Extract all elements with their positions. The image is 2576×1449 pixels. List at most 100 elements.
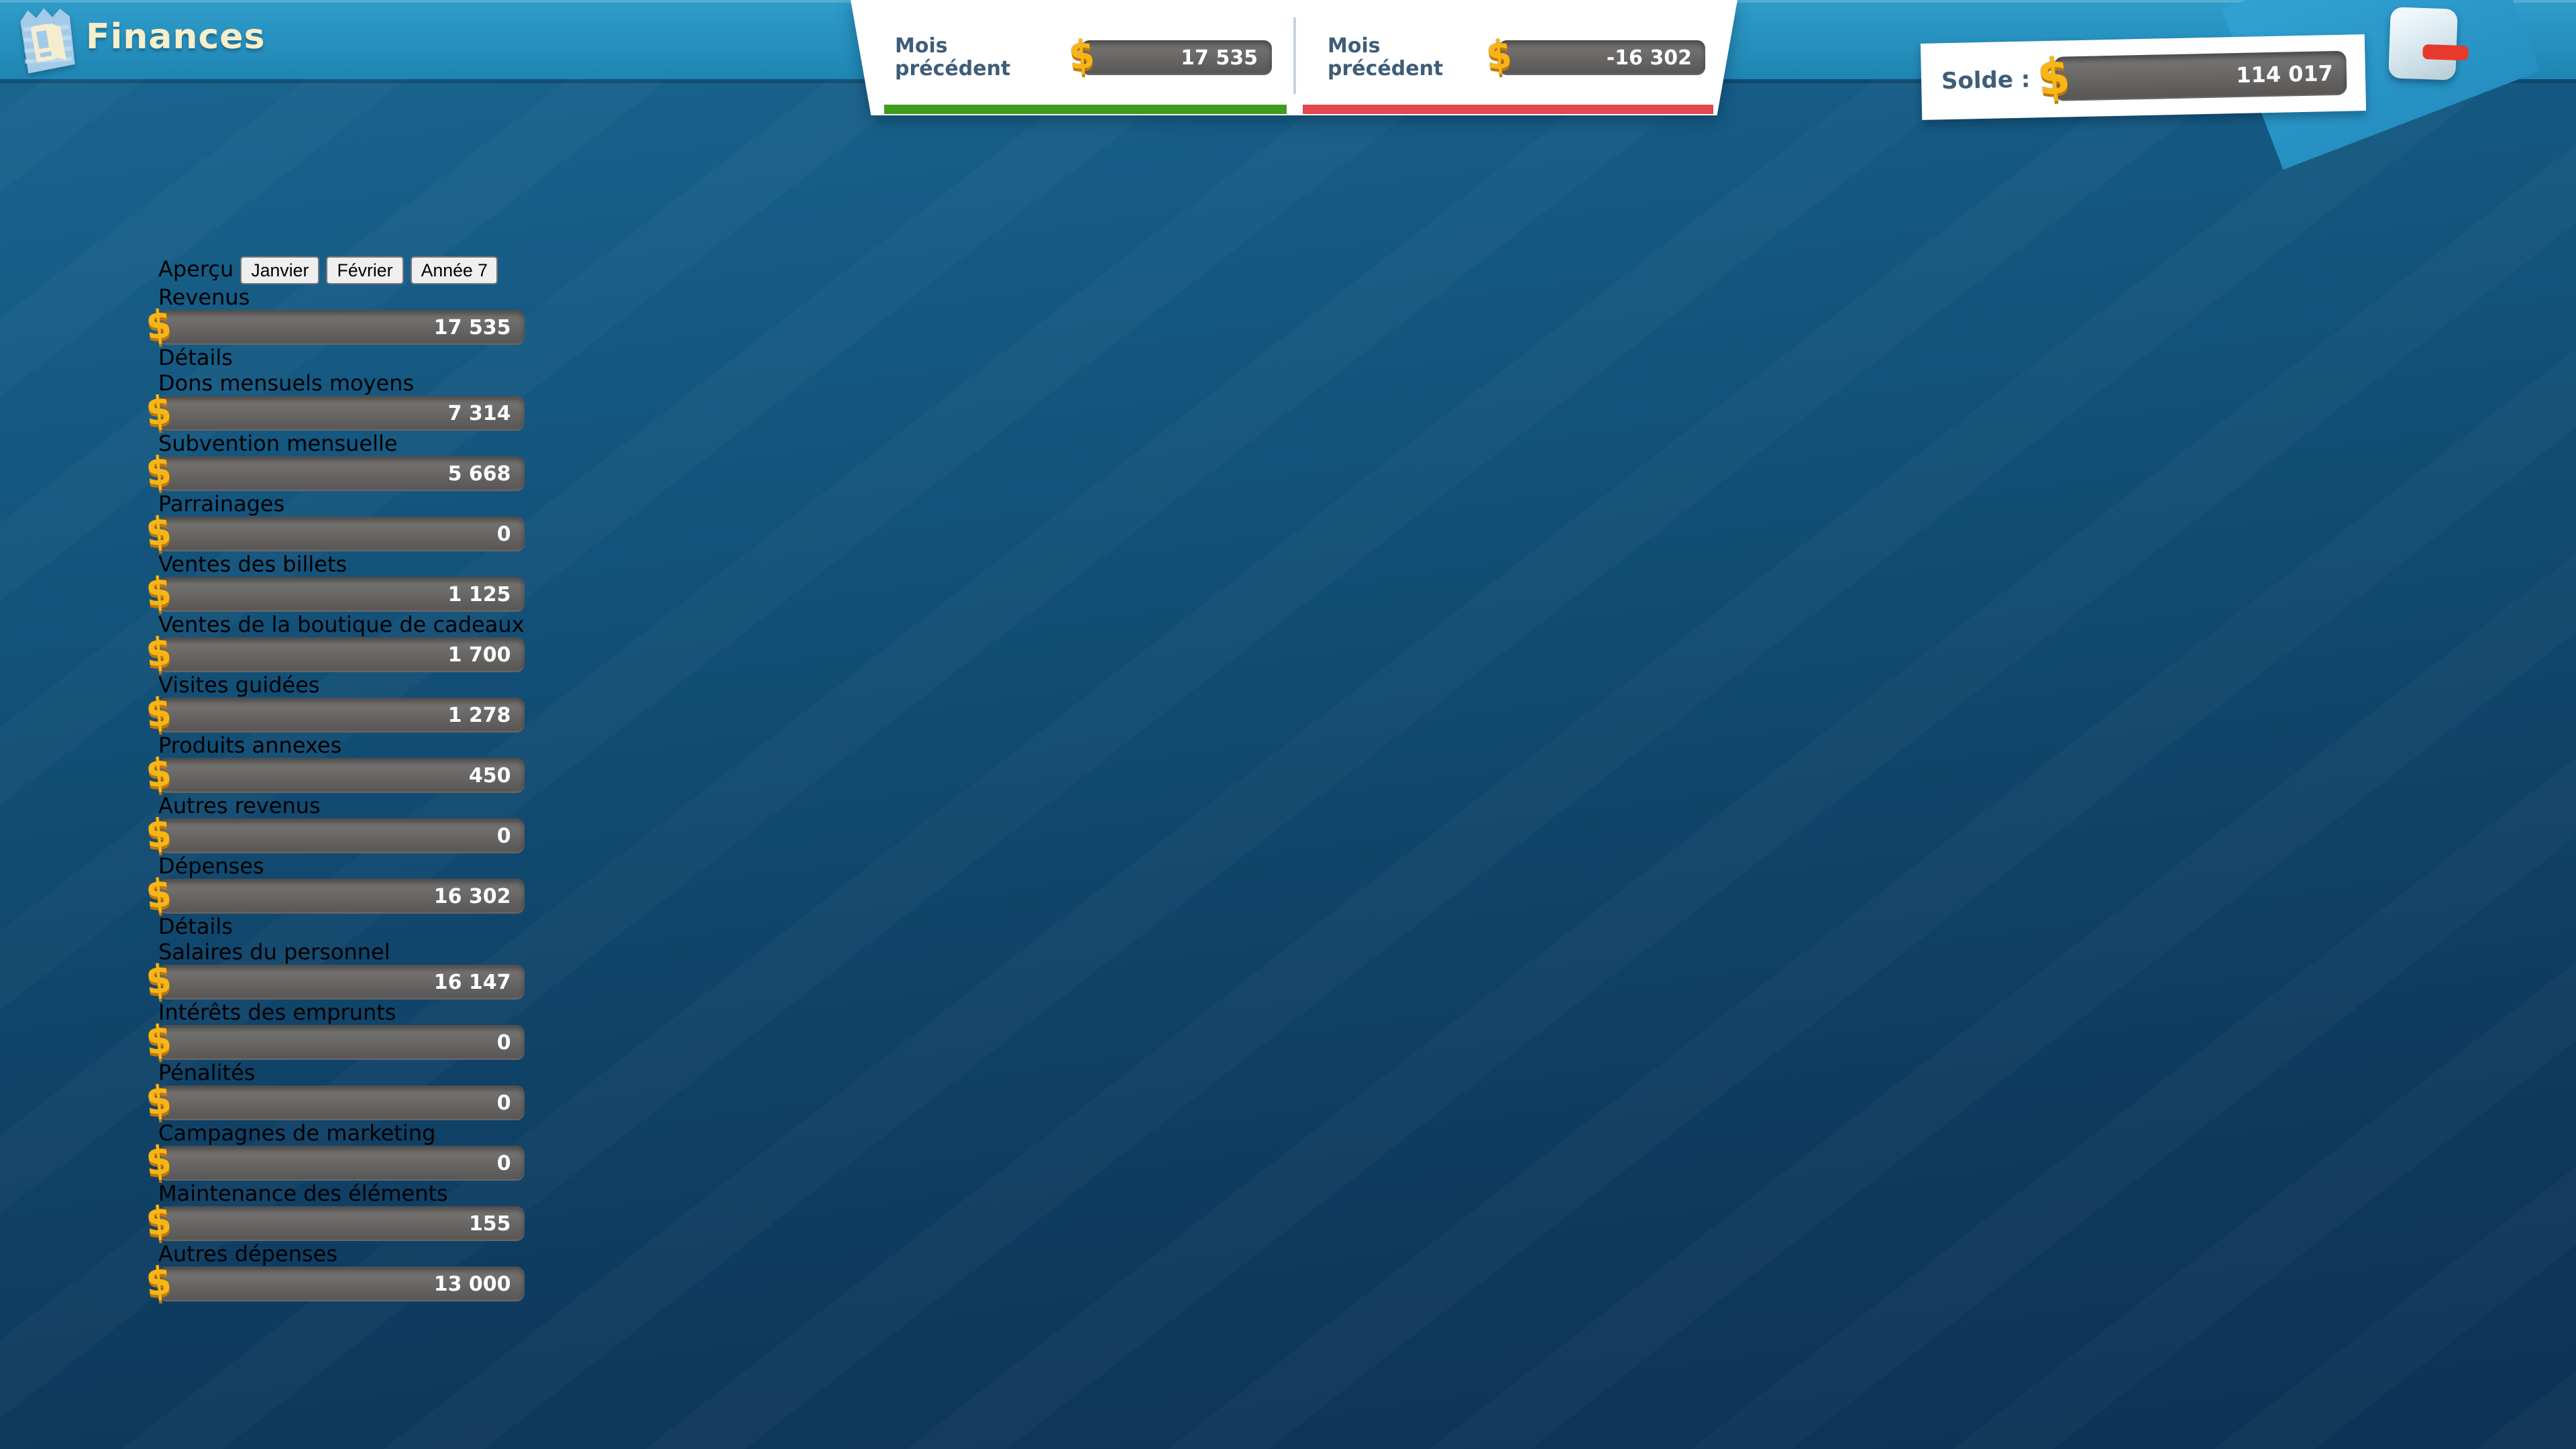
- positive-bar: [884, 105, 1286, 114]
- amount-pill: $ 114 017: [2053, 51, 2347, 101]
- row-label: Autres dépenses: [158, 1241, 337, 1267]
- income-column: Revenus $ 17 535 Détails Dons mensuels m…: [158, 284, 525, 853]
- list-item: Visites guidées $ 1 278: [158, 672, 525, 733]
- dollar-badge-icon: $: [1067, 36, 1096, 76]
- list-item: Intérêts des emprunts $ 0: [158, 1000, 525, 1060]
- expenses-title: Dépenses: [158, 853, 264, 879]
- details-header: Détails: [158, 914, 525, 939]
- previous-month-banner: Mois précédent $ 17 535 Mois précédent $…: [851, 0, 1737, 115]
- row-label: Subvention mensuelle: [158, 431, 398, 456]
- stat-value: -16 302: [1607, 46, 1692, 70]
- section-title: Aperçu: [158, 256, 233, 282]
- amount-pill: $ 0: [158, 517, 525, 551]
- dollar-badge-icon: $: [145, 391, 174, 432]
- income-total: 17 535: [434, 315, 511, 339]
- row-value: 0: [497, 522, 511, 546]
- row-value: 7 314: [448, 401, 511, 425]
- finances-ticket-icon: [14, 4, 80, 83]
- balance-label: Solde :: [1941, 66, 2031, 95]
- expenses-summary-card: Dépenses $ 16 302: [158, 853, 525, 914]
- amount-pill: $ 0: [158, 818, 525, 853]
- list-item: Salaires du personnel $ 16 147: [158, 939, 525, 1000]
- list-item: Ventes des billets $ 1 125: [158, 551, 525, 612]
- close-icon: [2422, 44, 2469, 60]
- row-label: Ventes de la boutique de cadeaux: [158, 612, 525, 637]
- stat-label: Mois précédent: [1328, 35, 1451, 80]
- row-value: 16 147: [434, 970, 511, 994]
- stat-value: 17 535: [1181, 46, 1258, 70]
- row-value: 0: [497, 1091, 511, 1115]
- amount-pill: $ 1 700: [158, 637, 525, 672]
- amount-pill: $ 13 000: [158, 1267, 525, 1301]
- row-value: 155: [469, 1212, 511, 1236]
- dollar-badge-icon: $: [145, 633, 174, 674]
- dollar-badge-icon: $: [145, 451, 174, 492]
- row-value: 0: [497, 824, 511, 848]
- year-dropdown[interactable]: Année 7: [411, 256, 498, 284]
- amount-pill: $ 155: [158, 1206, 525, 1241]
- row-value: 1 700: [448, 643, 511, 667]
- list-item: Parrainages $ 0: [158, 491, 525, 551]
- row-label: Visites guidées: [158, 672, 320, 698]
- negative-bar: [1302, 105, 1713, 114]
- row-label: Parrainages: [158, 491, 284, 517]
- dollar-badge-icon: $: [145, 305, 174, 346]
- month-button-janvier[interactable]: Janvier: [240, 256, 319, 284]
- overview-panel: Aperçu Janvier Février Année 7 Revenus $…: [158, 256, 525, 1301]
- previous-month-income-stat: Mois précédent $ 17 535: [851, 0, 1293, 115]
- amount-pill: $ 1 125: [158, 577, 525, 612]
- list-item: Produits annexes $ 450: [158, 733, 525, 793]
- row-value: 1 125: [448, 582, 511, 606]
- expenses-total: 16 302: [434, 884, 511, 908]
- dollar-badge-icon: $: [145, 512, 174, 553]
- row-label: Maintenance des éléments: [158, 1181, 448, 1206]
- list-item: Subvention mensuelle $ 5 668: [158, 431, 525, 491]
- list-item: Ventes de la boutique de cadeaux $ 1 700: [158, 612, 525, 672]
- amount-pill: $ 1 278: [158, 698, 525, 733]
- row-value: 5 668: [448, 462, 511, 486]
- list-item: Autres revenus $ 0: [158, 793, 525, 853]
- income-summary-card: Revenus $ 17 535: [158, 284, 525, 345]
- list-item: Campagnes de marketing $ 0: [158, 1120, 525, 1181]
- dollar-badge-icon: $: [145, 960, 174, 1001]
- list-item: Autres dépenses $ 13 000: [158, 1241, 525, 1301]
- amount-pill: $ 0: [158, 1146, 525, 1181]
- page-title: Finances: [86, 17, 266, 58]
- amount-pill: $ 7 314: [158, 396, 525, 431]
- expenses-rows: Salaires du personnel $ 16 147 Intérêts …: [158, 939, 525, 1301]
- list-item: Pénalités $ 0: [158, 1060, 525, 1120]
- amount-pill: $ 17 535: [1081, 40, 1271, 75]
- amount-pill: $ 16 147: [158, 965, 525, 1000]
- income-rows: Dons mensuels moyens $ 7 314 Subvention …: [158, 370, 525, 853]
- month-button-fevrier[interactable]: Février: [327, 256, 404, 284]
- amount-pill: $ 16 302: [158, 879, 525, 914]
- balance-banner: Solde : $ 114 017: [1921, 34, 2366, 120]
- amount-pill: $ 17 535: [158, 310, 525, 345]
- dollar-badge-icon: $: [145, 1020, 174, 1061]
- dollar-badge-icon: $: [145, 814, 174, 855]
- row-label: Ventes des billets: [158, 551, 347, 577]
- year-label: Année 7: [421, 260, 488, 280]
- row-label: Produits annexes: [158, 733, 341, 758]
- expenses-column: Dépenses $ 16 302 Détails Salaires du pe…: [158, 853, 525, 1301]
- balance-value: 114 017: [2236, 60, 2334, 88]
- dollar-badge-icon: $: [1485, 36, 1514, 76]
- amount-pill: $ 0: [158, 1025, 525, 1060]
- details-header: Détails: [158, 345, 525, 370]
- row-value: 13 000: [434, 1272, 511, 1296]
- dollar-badge-icon: $: [145, 1201, 174, 1242]
- row-label: Intérêts des emprunts: [158, 1000, 396, 1025]
- dollar-badge-icon: $: [145, 572, 174, 613]
- row-label: Salaires du personnel: [158, 939, 390, 965]
- row-value: 450: [469, 763, 511, 788]
- dollar-badge-icon: $: [145, 1141, 174, 1182]
- previous-month-net-stat: Mois précédent $ -16 302: [1295, 0, 1737, 115]
- dollar-badge-icon: $: [145, 753, 174, 794]
- amount-pill: $ 0: [158, 1085, 525, 1120]
- game-screen: Finances Mois précédent $ 17 535 Mois pr…: [0, 0, 2576, 1449]
- list-item: Dons mensuels moyens $ 7 314: [158, 370, 525, 431]
- row-value: 0: [497, 1030, 511, 1055]
- close-button[interactable]: [2388, 7, 2458, 80]
- dollar-badge-icon: $: [145, 874, 174, 915]
- list-item: Maintenance des éléments $ 155: [158, 1181, 525, 1241]
